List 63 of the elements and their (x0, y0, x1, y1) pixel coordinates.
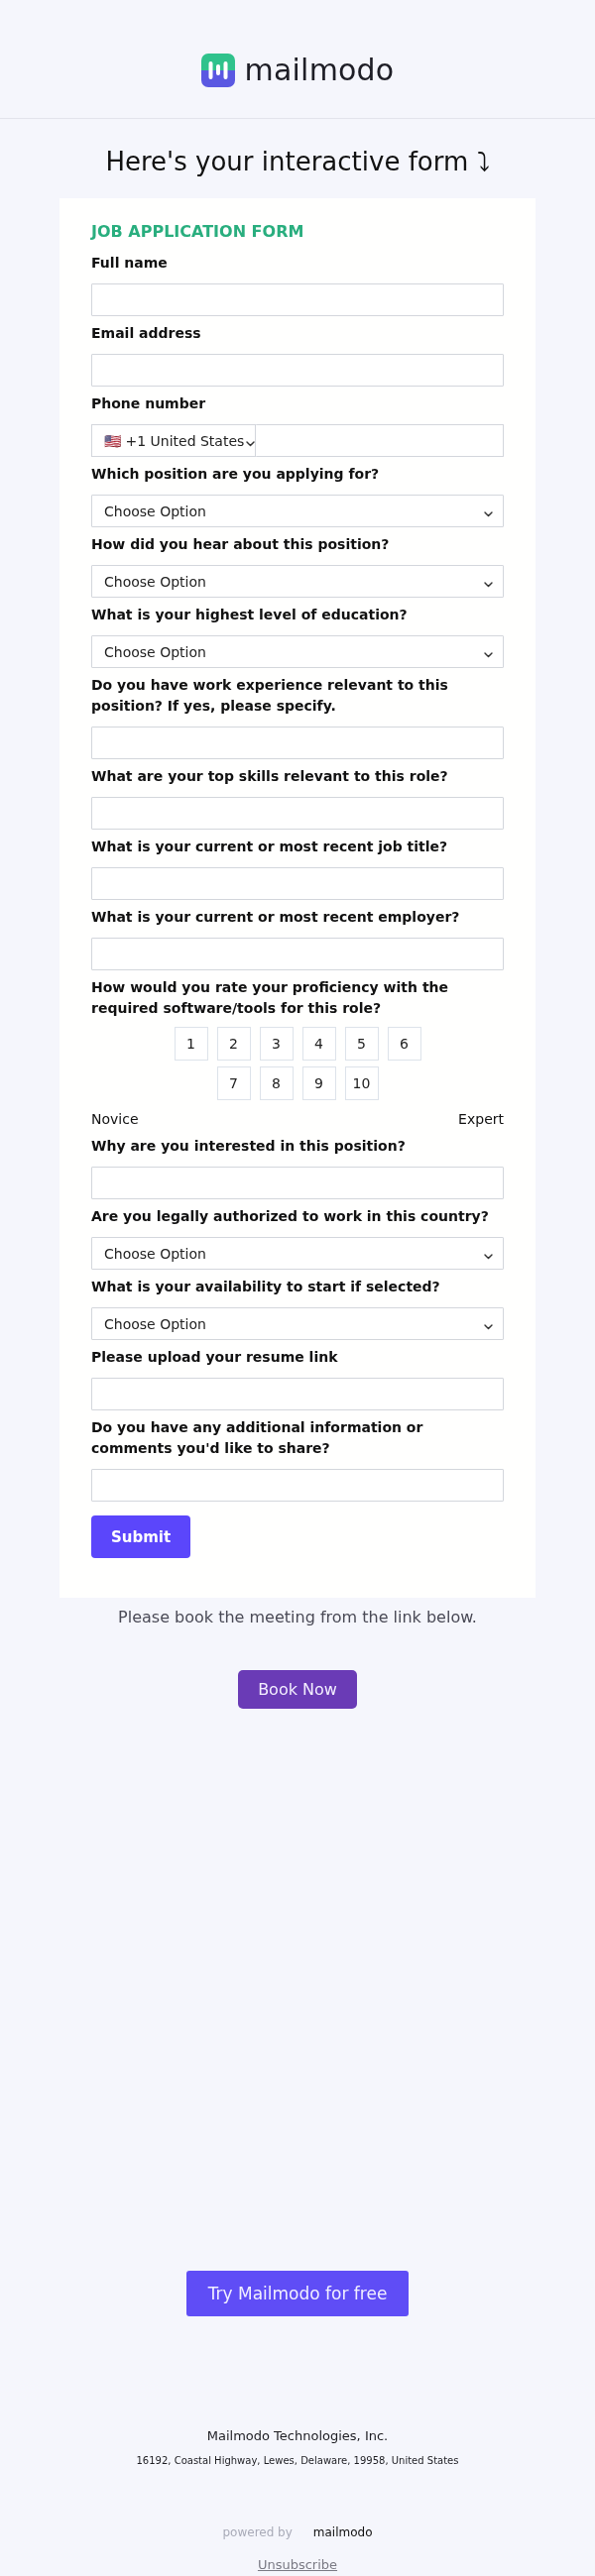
book-now-button[interactable]: Book Now (238, 1670, 357, 1709)
chevron-down-icon (484, 510, 493, 517)
dropdown[interactable]: Choose Option (91, 495, 504, 527)
rating-option[interactable]: 10 (344, 1066, 379, 1100)
text-input[interactable] (91, 1469, 504, 1502)
text-input[interactable] (91, 727, 504, 759)
rating-option[interactable]: 7 (216, 1066, 251, 1100)
text-input[interactable] (91, 867, 504, 900)
country-dropdown[interactable]: 🇺🇸 +1 United States (91, 424, 256, 457)
logo-icon (200, 53, 235, 87)
dropdown[interactable]: Choose Option (91, 1307, 504, 1340)
field-label: How did you hear about this position? (91, 535, 391, 554)
field-label: Full name (91, 254, 169, 273)
dropdown[interactable]: Choose Option (91, 565, 504, 598)
field-label: What is your current or most recent employer? (91, 908, 461, 927)
powered-by-text: powered by (222, 2524, 293, 2540)
field-label: What are your top skills relevant to this role? (91, 767, 449, 786)
text-input[interactable] (91, 354, 504, 387)
text-input[interactable] (91, 1378, 504, 1410)
rating-option[interactable]: 9 (301, 1066, 336, 1100)
field-label: Email address (91, 324, 202, 343)
rating-option[interactable]: 3 (259, 1027, 294, 1061)
chevron-down-icon (484, 1253, 493, 1260)
field-label: Do you have any additional information or comments you'd like to share? (91, 1418, 424, 1458)
rating-option[interactable]: 5 (344, 1027, 379, 1061)
chevron-down-icon (484, 651, 493, 658)
text-input[interactable] (91, 797, 504, 830)
scale-max-label: Expert (458, 1110, 504, 1129)
chevron-down-icon (484, 581, 493, 588)
page-heading: Here's your interactive form ⤵ (105, 147, 490, 176)
field-label: How would you rate your proficiency with the required software/tools for this role? (91, 978, 450, 1018)
unsubscribe-link[interactable]: Unsubscribe (257, 2557, 338, 2573)
logo-text: mailmodo (244, 53, 395, 87)
field-label: Which position are you applying for? (91, 465, 381, 484)
field-label: Do you have work experience relevant to this position? If yes, please specify. (91, 676, 449, 716)
phone-input[interactable] (256, 424, 504, 457)
booking-text: Please book the meeting from the link below. (118, 1607, 477, 1628)
scale-min-label: Novice (91, 1110, 139, 1129)
field-label: Are you legally authorized to work in this country? (91, 1207, 490, 1226)
field-label: Please upload your resume link (91, 1348, 339, 1367)
company-address: 16192, Coastal Highway, Lewes, Delaware, 19958, United States (136, 2454, 459, 2468)
field-label: Phone number (91, 394, 207, 413)
company-name: Mailmodo Technologies, Inc. (206, 2427, 389, 2445)
rating-option[interactable]: 6 (387, 1027, 421, 1061)
rating-option[interactable]: 4 (301, 1027, 336, 1061)
field-label: What is your highest level of education? (91, 606, 409, 624)
try-free-button[interactable]: Try Mailmodo for free (186, 2271, 409, 2316)
footer-logo-text: mailmodo (312, 2524, 373, 2540)
chevron-down-icon (246, 440, 256, 447)
form-title: JOB APPLICATION FORM (91, 222, 305, 242)
submit-button[interactable]: Submit (91, 1515, 190, 1558)
text-input[interactable] (91, 938, 504, 970)
dropdown[interactable]: Choose Option (91, 1237, 504, 1270)
field-label: What is your current or most recent job title? (91, 838, 449, 856)
text-input[interactable] (91, 283, 504, 316)
rating-option[interactable]: 8 (259, 1066, 294, 1100)
rating-option[interactable]: 2 (216, 1027, 251, 1061)
dropdown[interactable]: Choose Option (91, 635, 504, 668)
text-input[interactable] (91, 1167, 504, 1199)
chevron-down-icon (484, 1323, 493, 1330)
field-label: Why are you interested in this position? (91, 1137, 407, 1156)
field-label: What is your availability to start if selected? (91, 1278, 441, 1296)
rating-option[interactable]: 1 (174, 1027, 208, 1061)
